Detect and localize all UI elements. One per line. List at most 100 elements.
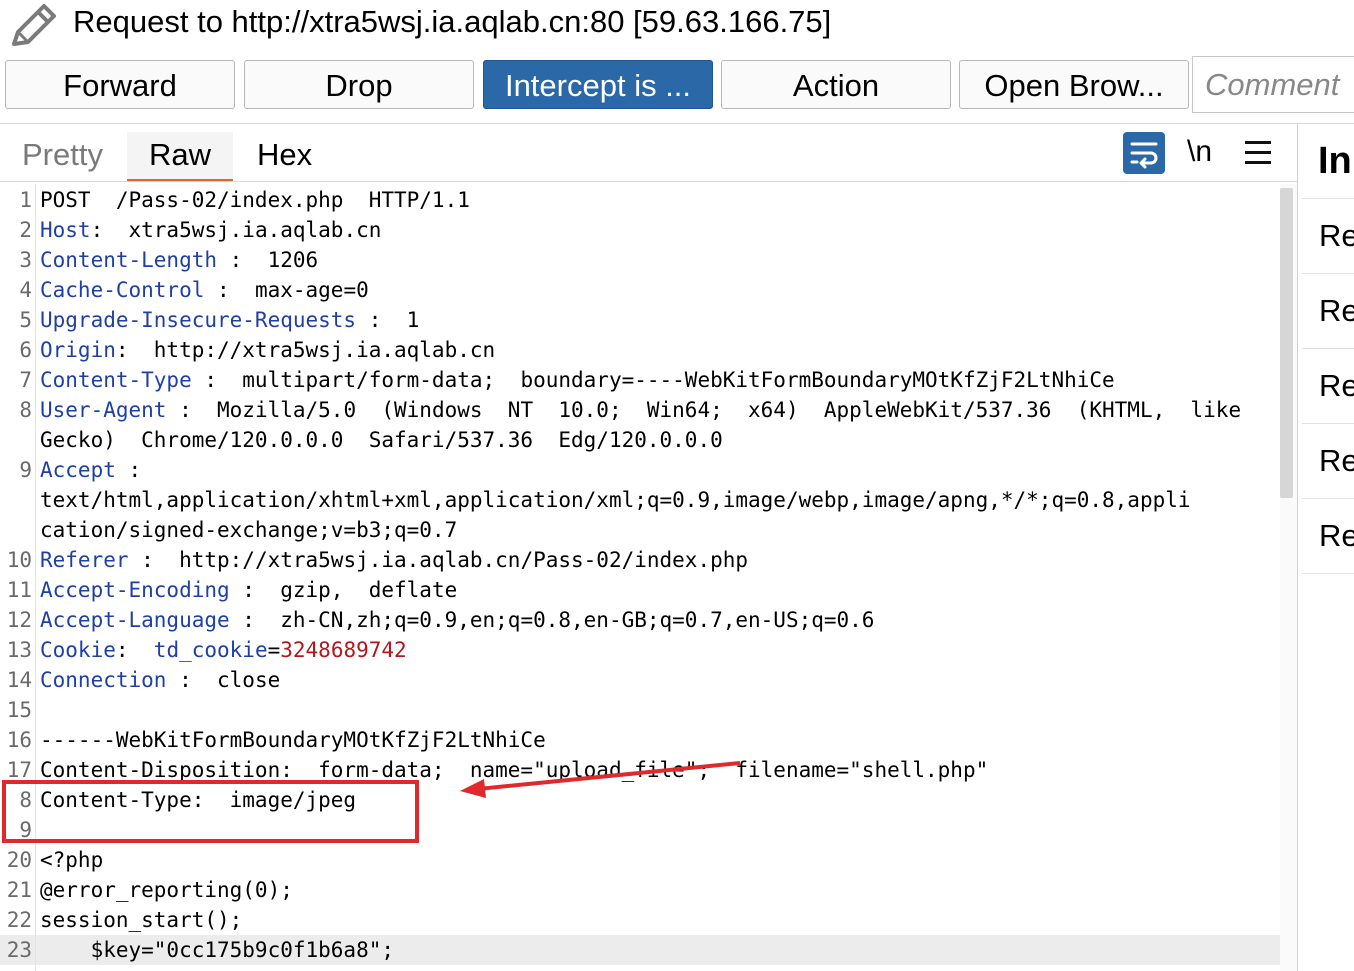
line-text: Cache-Control : max-age=0 xyxy=(40,275,369,305)
line-text: Host: xtra5wsj.ia.aqlab.cn xyxy=(40,215,381,245)
editor-line[interactable]: 14 Connection : close xyxy=(0,665,1280,695)
header-name: td_cookie xyxy=(153,638,268,662)
editor-line[interactable]: 10 Referer : http://xtra5wsj.ia.aqlab.cn/… xyxy=(0,545,1280,575)
text-segment: : 1 xyxy=(356,308,420,332)
editor-scrollbar-thumb[interactable] xyxy=(1280,188,1293,498)
editor-line[interactable]: 22 session_start(); xyxy=(0,905,1280,935)
text-segment: : close xyxy=(166,668,281,692)
editor-line[interactable]: 4 Cache-Control : max-age=0 xyxy=(0,275,1280,305)
editor-line[interactable]: Gecko) Chrome/120.0.0.0 Safari/537.36 Ed… xyxy=(0,425,1280,455)
line-number: 9 xyxy=(19,458,32,482)
line-number: 23 xyxy=(6,938,32,962)
tab-bar-divider xyxy=(0,181,1297,182)
text-segment: : xyxy=(115,638,154,662)
text-segment: cation/signed-exchange;v=b3;q=0.7 xyxy=(40,518,458,542)
wrap-lines-button[interactable] xyxy=(1123,132,1165,174)
editor-line[interactable]: 1 POST /Pass-02/index.php HTTP/1.1 xyxy=(0,185,1280,215)
editor-line[interactable]: 5 Upgrade-Insecure-Requests : 1 xyxy=(0,305,1280,335)
editor-line[interactable]: 8 User-Agent : Mozilla/5.0 (Windows NT 10… xyxy=(0,395,1280,425)
editor-line[interactable]: 15 xyxy=(0,695,1280,725)
line-text: <?php xyxy=(40,845,103,875)
text-segment: : zh-CN,zh;q=0.9,en;q=0.8,en-GB;q=0.7,en… xyxy=(229,608,875,632)
editor-line[interactable]: text/html,application/xhtml+xml,applicat… xyxy=(0,485,1280,515)
editor-line[interactable]: 3 Content-Length : 1206 xyxy=(0,245,1280,275)
editor-line[interactable]: 2 Host: xtra5wsj.ia.aqlab.cn xyxy=(0,215,1280,245)
text-segment: Gecko) Chrome/120.0.0.0 Safari/537.36 Ed… xyxy=(40,428,723,452)
inspector-title: In xyxy=(1318,140,1352,182)
toolbar-divider xyxy=(0,123,1354,124)
intercept-toggle-button[interactable]: Intercept is ... xyxy=(483,60,713,109)
annotation-highlight-box xyxy=(2,780,419,843)
text-segment: $key="0cc175b9c0f1b6a8"; xyxy=(40,938,395,962)
text-segment: : Mozilla/5.0 (Windows NT 10.0; Win64; x… xyxy=(166,398,1242,422)
hamburger-menu-icon[interactable] xyxy=(1243,139,1273,167)
tab-raw[interactable]: Raw xyxy=(127,132,233,182)
pencil-icon xyxy=(12,4,56,46)
tab-hex[interactable]: Hex xyxy=(257,132,312,182)
header-name: Cookie xyxy=(40,638,116,662)
editor-line[interactable]: cation/signed-exchange;v=b3;q=0.7 xyxy=(0,515,1280,545)
line-number: 21 xyxy=(6,878,32,902)
line-text: Content-Type : multipart/form-data; boun… xyxy=(40,365,1115,395)
line-number: 13 xyxy=(6,638,32,662)
text-segment: : max-age=0 xyxy=(204,278,369,302)
editor-line[interactable]: 23 $key="0cc175b9c0f1b6a8"; xyxy=(0,935,1280,965)
editor-line[interactable]: 12 Accept-Language : zh-CN,zh;q=0.9,en;q=… xyxy=(0,605,1280,635)
text-segment: : xtra5wsj.ia.aqlab.cn xyxy=(90,218,382,242)
line-text: Upgrade-Insecure-Requests : 1 xyxy=(40,305,419,335)
raw-request-editor[interactable]: 1 POST /Pass-02/index.php HTTP/1.1 2 Host: … xyxy=(0,184,1280,971)
text-segment: : xyxy=(115,458,142,482)
text-segment: : http://xtra5wsj.ia.aqlab.cn xyxy=(115,338,496,362)
line-text: cation/signed-exchange;v=b3;q=0.7 xyxy=(40,515,457,545)
inspector-separator xyxy=(1302,423,1354,424)
inspector-separator xyxy=(1302,348,1354,349)
line-text: Gecko) Chrome/120.0.0.0 Safari/537.36 Ed… xyxy=(40,425,723,455)
editor-line[interactable]: 7 Content-Type : multipart/form-data; bou… xyxy=(0,365,1280,395)
line-text: Referer : http://xtra5wsj.ia.aqlab.cn/Pa… xyxy=(40,545,748,575)
inspector-item[interactable]: Re xyxy=(1319,216,1354,256)
line-number: 8 xyxy=(19,398,32,422)
line-number: 2 xyxy=(19,218,32,242)
title-bar: Request to http://xtra5wsj.ia.aqlab.cn:8… xyxy=(0,0,1354,50)
action-button[interactable]: Action xyxy=(721,60,951,109)
header-name: Cache-Control xyxy=(40,278,205,302)
inspector-separator xyxy=(1302,498,1354,499)
inspector-panel: In Re Re Re Re Re xyxy=(1297,124,1354,971)
text-segment: : http://xtra5wsj.ia.aqlab.cn/Pass-02/in… xyxy=(128,548,749,572)
header-name: Upgrade-Insecure-Requests xyxy=(40,308,357,332)
show-newlines-button[interactable]: \n xyxy=(1187,132,1212,172)
line-number: 22 xyxy=(6,908,32,932)
line-text: Cookie: td_cookie=3248689742 xyxy=(40,635,407,665)
header-name: User-Agent xyxy=(40,398,167,422)
editor-line[interactable]: 13 Cookie: td_cookie=3248689742 xyxy=(0,635,1280,665)
forward-button[interactable]: Forward xyxy=(5,60,235,109)
open-browser-button[interactable]: Open Brow... xyxy=(959,60,1189,109)
line-number: 16 xyxy=(6,728,32,752)
inspector-item[interactable]: Re xyxy=(1319,441,1354,481)
inspector-item[interactable]: Re xyxy=(1319,366,1354,406)
header-name: Accept-Language xyxy=(40,608,230,632)
line-number: 7 xyxy=(19,368,32,392)
inspector-item[interactable]: Re xyxy=(1319,516,1354,556)
editor-line[interactable]: 16 ------WebKitFormBoundaryMOtKfZjF2LtNhi… xyxy=(0,725,1280,755)
editor-line[interactable]: 6 Origin: http://xtra5wsj.ia.aqlab.cn xyxy=(0,335,1280,365)
line-text: User-Agent : Mozilla/5.0 (Windows NT 10.… xyxy=(40,395,1241,425)
editor-line[interactable]: 21 @error_reporting(0); xyxy=(0,875,1280,905)
tab-pretty[interactable]: Pretty xyxy=(22,132,103,182)
editor-line[interactable]: 9 Accept : xyxy=(0,455,1280,485)
inspector-separator xyxy=(1302,273,1354,274)
inspector-separator xyxy=(1302,573,1354,574)
text-segment: Content-Disposition: form-data; name="up… xyxy=(40,758,989,782)
wrap-lines-icon xyxy=(1130,142,1158,169)
comment-input[interactable]: Comment xyxy=(1192,56,1354,113)
header-name: Accept-Encoding xyxy=(40,578,230,602)
editor-line[interactable]: 20 <?php xyxy=(0,845,1280,875)
text-segment: <?php xyxy=(40,848,104,872)
inspector-item[interactable]: Re xyxy=(1319,291,1354,331)
drop-button[interactable]: Drop xyxy=(244,60,474,109)
line-number: 1 xyxy=(19,188,32,212)
gutter-separator xyxy=(35,184,36,971)
editor-line[interactable]: 11 Accept-Encoding : gzip, deflate xyxy=(0,575,1280,605)
header-name: Content-Type xyxy=(40,368,192,392)
header-name: Content-Length xyxy=(40,248,218,272)
